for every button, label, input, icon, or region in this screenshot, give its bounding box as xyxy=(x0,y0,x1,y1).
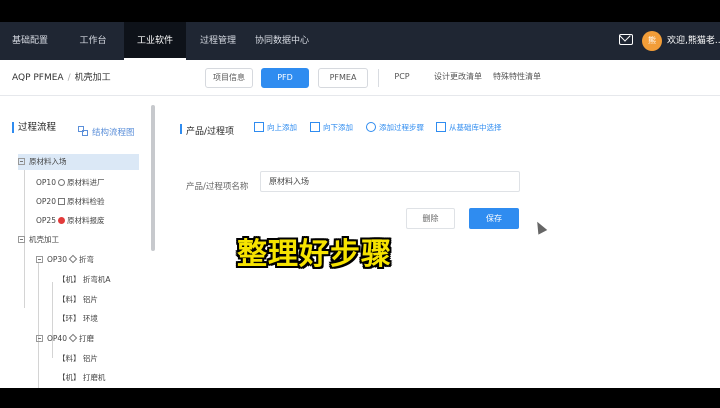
scrap-red-dot-icon xyxy=(57,217,65,224)
process-item-name-input[interactable]: 原材料入场 xyxy=(260,171,520,192)
nav-collaborative-data-center[interactable]: 协同数据中心 xyxy=(250,22,314,60)
operation-diamond-icon xyxy=(68,333,78,343)
tree-item-machine[interactable]: 【机】 打磨机 xyxy=(58,370,105,386)
top-navigation-bar: 基础配置 工作台 工业软件 过程管理 协同数据中心 熊 欢迎,熊猫老... xyxy=(0,22,720,60)
avatar[interactable]: 熊 xyxy=(642,31,662,51)
collapse-icon[interactable] xyxy=(18,158,25,165)
action-label: 添加过程步骤 xyxy=(379,123,424,132)
op-code: OP10 xyxy=(36,178,56,187)
tree-item-label: 原材料进厂 xyxy=(66,178,105,187)
inspection-square-icon xyxy=(57,198,65,205)
tab-pcp[interactable]: PCP xyxy=(382,68,422,88)
add-below-icon xyxy=(310,122,320,132)
plus-circle-icon xyxy=(366,122,376,132)
tree-item-label: 机壳加工 xyxy=(29,235,59,244)
app-window: 基础配置 工作台 工业软件 过程管理 协同数据中心 熊 欢迎,熊猫老... AQ… xyxy=(0,22,720,388)
action-label: 向下添加 xyxy=(323,123,353,132)
breadcrumb-separator: / xyxy=(67,73,71,83)
tab-design-change-list[interactable]: 设计更改清单 xyxy=(432,68,484,88)
nav-process-management[interactable]: 过程管理 xyxy=(190,22,246,60)
tab-pfmea[interactable]: PFMEA xyxy=(318,68,368,88)
flowchart-icon xyxy=(78,126,88,136)
nav-industrial-software[interactable]: 工业软件 xyxy=(124,22,186,60)
tree-item-label: 原材料入场 xyxy=(29,157,67,166)
operation-circle-icon xyxy=(57,179,65,186)
library-grid-icon xyxy=(436,122,446,132)
collapse-icon[interactable] xyxy=(18,236,25,243)
mail-icon[interactable] xyxy=(619,34,633,45)
action-label: 向上添加 xyxy=(267,123,297,132)
tree-item-label: 打磨 xyxy=(78,334,94,343)
collapse-icon[interactable] xyxy=(36,335,43,342)
sub-header: AQP PFMEA / 机壳加工 项目信息 PFD PFMEA PCP 设计更改清单… xyxy=(0,60,720,96)
action-label: 从基础库中选择 xyxy=(449,123,502,132)
tree-item-op20[interactable]: OP20 原材料检验 xyxy=(36,194,104,210)
tree-item-material[interactable]: 【料】 铝片 xyxy=(58,292,98,308)
add-below-button[interactable]: 向下添加 xyxy=(310,122,353,134)
tab-pfd[interactable]: PFD xyxy=(261,68,309,88)
tree-item-label: 原材料检验 xyxy=(66,197,105,206)
process-tree-panel: 过程流程 结构流程图 原材料入场 OP10 原材料进厂 OP20 原材料检验 OP2… xyxy=(0,97,158,388)
tab-special-characteristics-list[interactable]: 特殊特性清单 xyxy=(492,68,542,88)
tree-item-op30[interactable]: OP30 折弯 xyxy=(36,252,94,268)
tab-project-info[interactable]: 项目信息 xyxy=(205,68,253,88)
tree-item-label: 原材料报废 xyxy=(66,216,105,225)
op-code: OP20 xyxy=(36,197,56,206)
structure-flow-link[interactable]: 结构流程图 xyxy=(78,126,135,138)
breadcrumb-project[interactable]: AQP PFMEA xyxy=(12,73,64,83)
tree-item-op40[interactable]: OP40 打磨 xyxy=(36,331,94,347)
operation-diamond-icon xyxy=(68,254,78,264)
tree-item-op10[interactable]: OP10 原材料进厂 xyxy=(36,175,104,191)
tree-item-environment[interactable]: 【环】 环境 xyxy=(58,311,98,327)
structure-flow-label: 结构流程图 xyxy=(92,128,135,138)
tree-item-machine[interactable]: 【机】 折弯机A xyxy=(58,272,111,288)
tree-guide-line xyxy=(38,262,39,388)
tree-item-op25[interactable]: OP25 原材料报废 xyxy=(36,213,104,229)
tree-item-housing-machining[interactable]: 机壳加工 xyxy=(18,232,59,248)
save-button[interactable]: 保存 xyxy=(469,208,519,229)
op-code: OP40 xyxy=(47,334,67,343)
op-code: OP30 xyxy=(47,255,67,264)
tree-item-label: 折弯 xyxy=(78,255,94,264)
sidebar-title: 过程流程 xyxy=(12,122,57,133)
video-caption: 整理好步骤 xyxy=(237,237,392,272)
nav-workbench[interactable]: 工作台 xyxy=(62,22,124,60)
add-above-icon xyxy=(254,122,264,132)
collapse-icon[interactable] xyxy=(36,256,43,263)
tab-divider xyxy=(378,69,379,87)
welcome-text[interactable]: 欢迎,熊猫老... xyxy=(667,22,720,60)
tree-item-material[interactable]: 【料】 铝片 xyxy=(58,351,98,367)
breadcrumb-current: 机壳加工 xyxy=(74,73,111,83)
add-process-step-button[interactable]: 添加过程步骤 xyxy=(366,122,424,134)
delete-button[interactable]: 删除 xyxy=(406,208,455,229)
op-code: OP25 xyxy=(36,216,56,225)
sidebar-scrollbar[interactable] xyxy=(151,105,155,251)
breadcrumb: AQP PFMEA / 机壳加工 xyxy=(12,60,111,96)
field-label: 产品/过程项名称 xyxy=(186,182,249,192)
section-title: 产品/过程项 xyxy=(179,124,234,137)
select-from-library-button[interactable]: 从基础库中选择 xyxy=(436,122,502,134)
tree-item-raw-material-entry[interactable]: 原材料入场 xyxy=(18,154,139,170)
nav-basic-config[interactable]: 基础配置 xyxy=(0,22,60,60)
add-above-button[interactable]: 向上添加 xyxy=(254,122,297,134)
